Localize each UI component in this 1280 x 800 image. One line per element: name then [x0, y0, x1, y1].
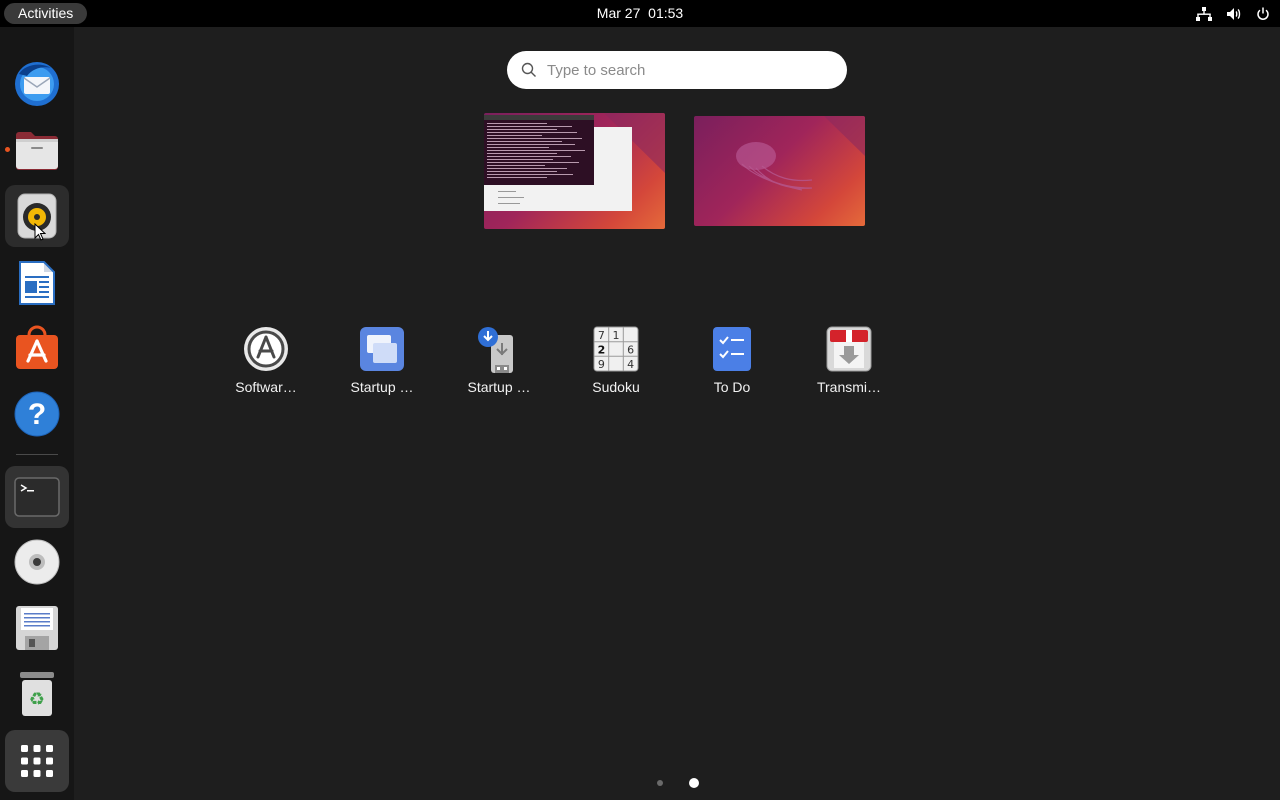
dock: ? ♻ [0, 27, 74, 800]
trash-icon: ♻ [20, 672, 54, 716]
dock-item-thunderbird[interactable] [5, 53, 69, 115]
app-label: Startup … [350, 379, 414, 395]
files-icon [16, 132, 58, 170]
thunderbird-icon [15, 62, 59, 106]
power-icon[interactable] [1256, 7, 1270, 21]
app-label: Transmi… [816, 379, 882, 395]
transmission-icon [826, 326, 872, 372]
todo-icon [713, 327, 751, 371]
sudoku-digit: 1 [613, 329, 620, 342]
app-label: Sudoku [592, 379, 640, 395]
app-grid-icon [21, 745, 53, 777]
app-label: Startup … [467, 379, 531, 395]
show-applications-button[interactable] [5, 730, 69, 792]
help-icon: ? [14, 391, 60, 437]
app-label: To Do [713, 379, 751, 395]
system-tray[interactable] [1196, 0, 1270, 27]
sudoku-digit: 7 [598, 329, 605, 342]
sudoku-digit: 2 [598, 344, 606, 357]
dock-item-help[interactable]: ? [5, 383, 69, 445]
activities-button[interactable]: Activities [4, 3, 88, 24]
volume-icon[interactable] [1226, 7, 1242, 21]
dock-item-terminal[interactable] [5, 466, 69, 528]
clock-date[interactable]: Mar 27 [597, 5, 641, 21]
sudoku-digit: 6 [627, 344, 634, 357]
clock: Mar 27 01:53 [0, 0, 1280, 27]
dock-item-disc[interactable] [5, 531, 69, 593]
app-transmission[interactable]: Transmi… [799, 322, 899, 395]
app-startup-applications[interactable]: Startup … [332, 322, 432, 395]
workspace-thumbnail-1[interactable] [484, 113, 665, 229]
sudoku-digit: 4 [627, 358, 634, 371]
sudoku-icon: 7 1 2 6 9 4 [593, 326, 639, 372]
app-sudoku[interactable]: 7 1 2 6 9 4 Sudoku [566, 322, 666, 395]
startup-applications-icon [360, 327, 404, 371]
sudoku-digit: 9 [598, 358, 605, 371]
dock-item-files[interactable] [5, 119, 69, 181]
page-indicator-2[interactable] [689, 778, 699, 788]
search-input[interactable] [547, 61, 807, 79]
page-indicator-1[interactable] [657, 780, 663, 786]
dock-item-rhythmbox[interactable] [5, 185, 69, 247]
app-software-updater[interactable]: Softwar… [216, 322, 316, 395]
network-icon[interactable] [1196, 6, 1212, 21]
search-icon [521, 62, 536, 77]
workspace-thumbnail-2[interactable] [694, 116, 865, 226]
mouse-cursor-icon [34, 223, 46, 241]
dock-item-libreoffice-writer[interactable] [5, 252, 69, 314]
svg-text:♻: ♻ [29, 689, 45, 710]
dock-item-ubuntu-software[interactable] [5, 317, 69, 379]
disc-icon [14, 539, 60, 585]
dock-separator [16, 454, 58, 455]
search-bar[interactable] [507, 51, 847, 89]
top-bar: Activities Mar 27 01:53 [0, 0, 1280, 27]
writer-icon [19, 261, 55, 305]
app-label: Softwar… [235, 379, 297, 395]
floppy-icon [16, 606, 58, 650]
startup-disk-creator-icon [478, 327, 513, 373]
svg-text:?: ? [28, 398, 46, 431]
window-previews [484, 113, 665, 211]
software-updater-icon [244, 327, 288, 371]
clock-time[interactable]: 01:53 [648, 5, 683, 21]
ubuntu-software-icon [16, 325, 58, 369]
terminal-icon [14, 477, 60, 517]
dock-item-save[interactable] [5, 597, 69, 659]
app-to-do[interactable]: To Do [682, 322, 782, 395]
dock-item-trash[interactable]: ♻ [5, 663, 69, 725]
app-startup-disk-creator[interactable]: Startup … [449, 322, 549, 395]
jellyfish-wallpaper-art [736, 116, 865, 191]
